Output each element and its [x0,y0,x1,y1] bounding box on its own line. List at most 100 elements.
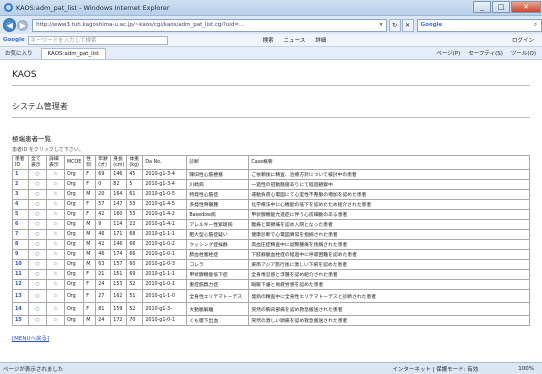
show-all-icon[interactable]: ○ [28,302,47,316]
google-more-button[interactable]: 詳細 [315,36,326,44]
patient-id-link[interactable]: 5 [12,209,29,220]
patient-id-link[interactable]: 15 [12,315,29,326]
google-toolbar: Google キーワードを入力して検索 検索 ニュース 詳細 ログイン [0,34,542,47]
detail-icon[interactable]: ☆ [46,199,65,210]
patient-id-link[interactable]: 14 [12,302,29,316]
show-all-icon[interactable]: ○ [28,315,47,326]
detail-icon[interactable]: ☆ [46,289,65,303]
col-header-weight: 体重(kg) [126,155,144,170]
show-all-icon[interactable]: ○ [28,219,47,230]
sex-cell: F [83,279,97,290]
tools-menu[interactable]: ツール(O) [511,49,536,57]
tab-kaos[interactable]: KAOS:adm_pat_list [40,47,107,59]
forward-button[interactable]: ▶ [17,19,29,31]
page-menu[interactable]: ページ(P) [436,49,460,57]
section-title: システム管理者 [12,102,68,111]
age-cell: 69 [95,169,112,180]
close-button[interactable]: ✕ [511,1,541,13]
ie-logo-icon [4,3,13,12]
google-search-input[interactable]: キーワードを入力して検索 [27,35,168,45]
security-zone: インターネット | 保護モード: 有効 [392,366,479,373]
weight-cell: 70 [126,315,144,326]
diagnosis-cell: 重症筋無力症 [186,279,250,290]
show-all-icon[interactable]: ○ [28,269,47,280]
patient-id-link[interactable]: 11 [12,269,29,280]
safety-menu[interactable]: セーフティ(S) [468,49,503,57]
show-all-icon[interactable]: ○ [28,289,47,303]
show-all-icon[interactable]: ○ [28,229,47,240]
patient-id-link[interactable]: 10 [12,259,29,270]
case-summary-cell: 一過性の冠動脈瘤ありにて経過観察中 [248,179,530,190]
refresh-icon[interactable]: ↻ [388,18,401,32]
patient-id-link[interactable]: 3 [12,189,29,200]
maximize-button[interactable]: □ [492,1,510,13]
url-field[interactable]: http://www3.tuh.kagoshima-u.ac.jp/~kaos/… [32,18,387,32]
detail-icon[interactable]: ☆ [46,169,65,180]
patient-id-link[interactable]: 9 [12,249,29,260]
detail-icon[interactable]: ☆ [46,249,65,260]
detail-icon[interactable]: ☆ [46,302,65,316]
table-row: 8 ○ ☆ Org M 42 146 66 2010-g1-0-2 クッシング症候群 高血圧症精査中… [12,239,530,250]
detail-icon[interactable]: ☆ [46,219,65,230]
table-row: 6 ○ ☆ Org M 9 114 22 2010-g1-4-1 アレルギー性紫斑病 腹痛と関節痛を… [12,219,530,230]
favorites-button[interactable]: お気に入り [5,49,33,57]
detail-icon[interactable]: ☆ [46,229,65,240]
case-summary-cell: 突然の胸背部痛を認め救急搬送された患者 [248,302,530,316]
detail-icon[interactable]: ☆ [46,259,65,270]
patient-id-link[interactable]: 12 [12,279,29,290]
patient-id-link[interactable]: 4 [12,199,29,210]
patient-id-link[interactable]: 2 [12,179,29,190]
case-summary-cell: ご依頼後に精査、治療方針について検討中の患者 [248,169,530,180]
menu-back-link[interactable]: [MENUへ戻る] [12,334,49,342]
show-all-icon[interactable]: ○ [28,239,47,250]
search-icon[interactable]: ⌕ [530,22,541,29]
google-news-button[interactable]: ニュース [284,36,306,44]
height-cell: 146 [110,169,128,180]
sex-cell: M [83,249,97,260]
table-row: 1 ○ ☆ Org F 69 146 45 2010-g1-3-4 陳旧性心筋梗塞 ご依頼後に精査、… [12,169,530,180]
search-engine-label: Google [420,22,443,28]
url-dropdown-icon[interactable]: ▾ [377,22,386,28]
show-all-icon[interactable]: ○ [28,249,47,260]
back-button[interactable]: ◀ [3,18,17,32]
detail-icon[interactable]: ☆ [46,315,65,326]
show-all-icon[interactable]: ○ [28,169,47,180]
weight-cell: 5 [126,179,144,190]
detail-icon[interactable]: ☆ [46,189,65,200]
sex-cell: F [83,302,97,316]
show-all-icon[interactable]: ○ [28,189,47,200]
height-cell: 160 [110,209,128,220]
show-all-icon[interactable]: ○ [28,279,47,290]
patient-id-link[interactable]: 7 [12,229,29,240]
height-cell: 159 [110,302,128,316]
mcoe-cell: Org [63,315,85,326]
patient-id-link[interactable]: 1 [12,169,29,180]
age-cell: 9 [95,219,112,230]
detail-icon[interactable]: ☆ [46,269,65,280]
detail-icon[interactable]: ☆ [46,279,65,290]
diagnosis-cell: 肺血栓塞栓症 [186,249,250,260]
divider [12,85,530,86]
google-search-button[interactable]: 検索 [263,36,274,44]
page-content: KAOS システム管理者 極端患者一覧 患者ID をクリックして下さい。 患者I… [0,60,542,362]
zoom-level[interactable]: 100% [518,366,534,372]
search-box[interactable]: Google ⌕ [416,18,542,32]
patient-id-link[interactable]: 13 [12,289,29,303]
table-row: 2 ○ ☆ Org F 0 82 5 2010-g1-3-4 川崎病 一過性の冠動脈瘤ありにて経過観… [12,179,530,190]
height-cell: 162 [110,289,128,303]
table-row: 11 ○ ☆ Org F 21 151 69 2010-g1-1-1 甲状腺機能低下症 全身倦怠感と… [12,269,530,280]
detail-icon[interactable]: ☆ [46,179,65,190]
detail-icon[interactable]: ☆ [46,239,65,250]
mcoe-cell: Org [63,289,85,303]
patient-id-link[interactable]: 8 [12,239,29,250]
show-all-icon[interactable]: ○ [28,209,47,220]
case-summary-cell: 東南アジア旅行後に激しい下痢を認めた患者 [248,259,530,270]
stop-icon[interactable]: ✕ [401,18,414,32]
minimize-button[interactable]: _ [473,1,491,13]
google-login-link[interactable]: ログイン [512,36,534,44]
show-all-icon[interactable]: ○ [28,259,47,270]
patient-id-link[interactable]: 6 [12,219,29,230]
detail-icon[interactable]: ☆ [46,209,65,220]
show-all-icon[interactable]: ○ [28,179,47,190]
show-all-icon[interactable]: ○ [28,199,47,210]
